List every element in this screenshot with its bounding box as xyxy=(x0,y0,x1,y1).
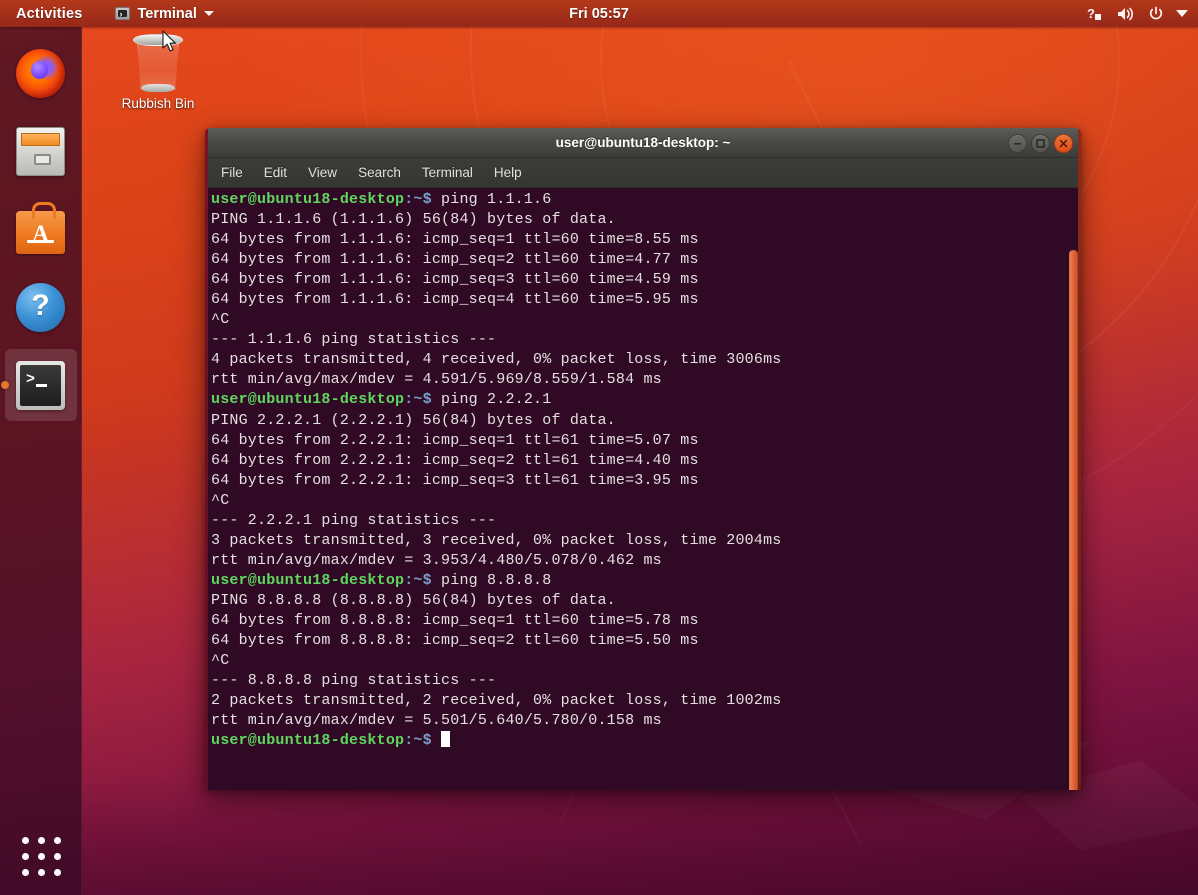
grid-dot xyxy=(38,869,45,876)
terminal-prompt-path: :~$ xyxy=(404,191,432,208)
menu-edit[interactable]: Edit xyxy=(264,165,287,180)
software-bar xyxy=(27,240,54,243)
grid-dot xyxy=(54,837,61,844)
terminal-window: user@ubuntu18-desktop: ~ File Edit View xyxy=(205,128,1081,790)
dock: A ? > xyxy=(0,27,82,895)
desktop-screen: Activities Terminal Fri 05:57 ? xyxy=(0,0,1198,895)
maximize-button[interactable] xyxy=(1031,134,1050,153)
window-title: user@ubuntu18-desktop: ~ xyxy=(556,135,731,150)
chevron-down-icon xyxy=(204,11,214,16)
trash-lid xyxy=(133,34,183,46)
grid-dot xyxy=(22,869,29,876)
desktop-icon-rubbish-bin[interactable]: Rubbish Bin xyxy=(110,32,206,111)
terminal-icon xyxy=(115,7,130,20)
terminal-prompt-user: user@ubuntu18-desktop xyxy=(211,572,404,589)
app-menu-label: Terminal xyxy=(137,6,196,22)
terminal-cursor xyxy=(441,731,450,747)
dock-item-terminal[interactable]: > xyxy=(5,349,77,421)
grid-dot xyxy=(38,837,45,844)
top-bar: Activities Terminal Fri 05:57 ? xyxy=(0,0,1198,27)
files-icon xyxy=(16,127,65,176)
window-titlebar[interactable]: user@ubuntu18-desktop: ~ xyxy=(205,128,1081,158)
terminal-text: user@ubuntu18-desktop:~$ ping 1.1.1.6 PI… xyxy=(211,190,1059,751)
help-glyph: ? xyxy=(31,291,49,321)
terminal-icon-underscore xyxy=(36,384,47,387)
dock-item-ubuntu-software[interactable]: A xyxy=(5,193,77,265)
ubuntu-software-icon: A xyxy=(16,211,65,254)
grid-dot xyxy=(22,837,29,844)
chevron-down-icon[interactable] xyxy=(1176,9,1188,18)
terminal-prompt-path: :~$ xyxy=(404,572,432,589)
firefox-icon xyxy=(16,49,65,98)
menu-view[interactable]: View xyxy=(308,165,337,180)
terminal-prompt-user: user@ubuntu18-desktop xyxy=(211,732,404,749)
volume-icon[interactable] xyxy=(1116,6,1136,22)
window-left-edge xyxy=(205,128,208,790)
terminal-menubar: File Edit View Search Terminal Help xyxy=(205,158,1081,188)
apps-grid-icon xyxy=(22,837,61,876)
terminal-icon-prompt: > xyxy=(26,372,35,387)
grid-dot xyxy=(54,869,61,876)
terminal-icon: > xyxy=(16,361,65,410)
terminal-prompt-path: :~$ xyxy=(404,391,432,408)
app-menu-terminal[interactable]: Terminal xyxy=(109,4,219,24)
terminal-output-area[interactable]: user@ubuntu18-desktop:~$ ping 1.1.1.6 PI… xyxy=(205,188,1081,790)
scrollbar-thumb[interactable] xyxy=(1069,250,1078,790)
clock-label[interactable]: Fri 05:57 xyxy=(569,6,629,22)
grid-dot xyxy=(54,853,61,860)
terminal-prompt-path: :~$ xyxy=(404,732,432,749)
grid-dot xyxy=(22,853,29,860)
svg-text:?: ? xyxy=(1087,6,1095,21)
power-icon[interactable] xyxy=(1148,6,1164,22)
dock-item-files[interactable] xyxy=(5,115,77,187)
wallpaper-shading xyxy=(0,775,1198,895)
trash-icon xyxy=(133,32,183,92)
menu-terminal[interactable]: Terminal xyxy=(422,165,473,180)
minimize-button[interactable] xyxy=(1008,134,1027,153)
menu-search[interactable]: Search xyxy=(358,165,401,180)
terminal-prompt-user: user@ubuntu18-desktop xyxy=(211,391,404,408)
trash-base xyxy=(141,84,175,92)
activities-button[interactable]: Activities xyxy=(9,4,89,24)
window-right-edge xyxy=(1078,128,1081,790)
terminal-icon-screen: > xyxy=(20,365,61,406)
window-controls xyxy=(1008,128,1073,158)
trash-body xyxy=(137,41,179,90)
input-method-icon[interactable]: ? xyxy=(1087,6,1104,21)
dock-item-help[interactable]: ? xyxy=(5,271,77,343)
close-button[interactable] xyxy=(1054,134,1073,153)
terminal-prompt-user: user@ubuntu18-desktop xyxy=(211,191,404,208)
show-applications-button[interactable] xyxy=(0,817,82,895)
menu-help[interactable]: Help xyxy=(494,165,522,180)
menu-file[interactable]: File xyxy=(221,165,243,180)
help-icon: ? xyxy=(16,283,65,332)
dock-item-firefox[interactable] xyxy=(5,37,77,109)
system-tray: ? xyxy=(1087,6,1188,22)
grid-dot xyxy=(38,853,45,860)
desktop-icon-label: Rubbish Bin xyxy=(122,96,195,111)
